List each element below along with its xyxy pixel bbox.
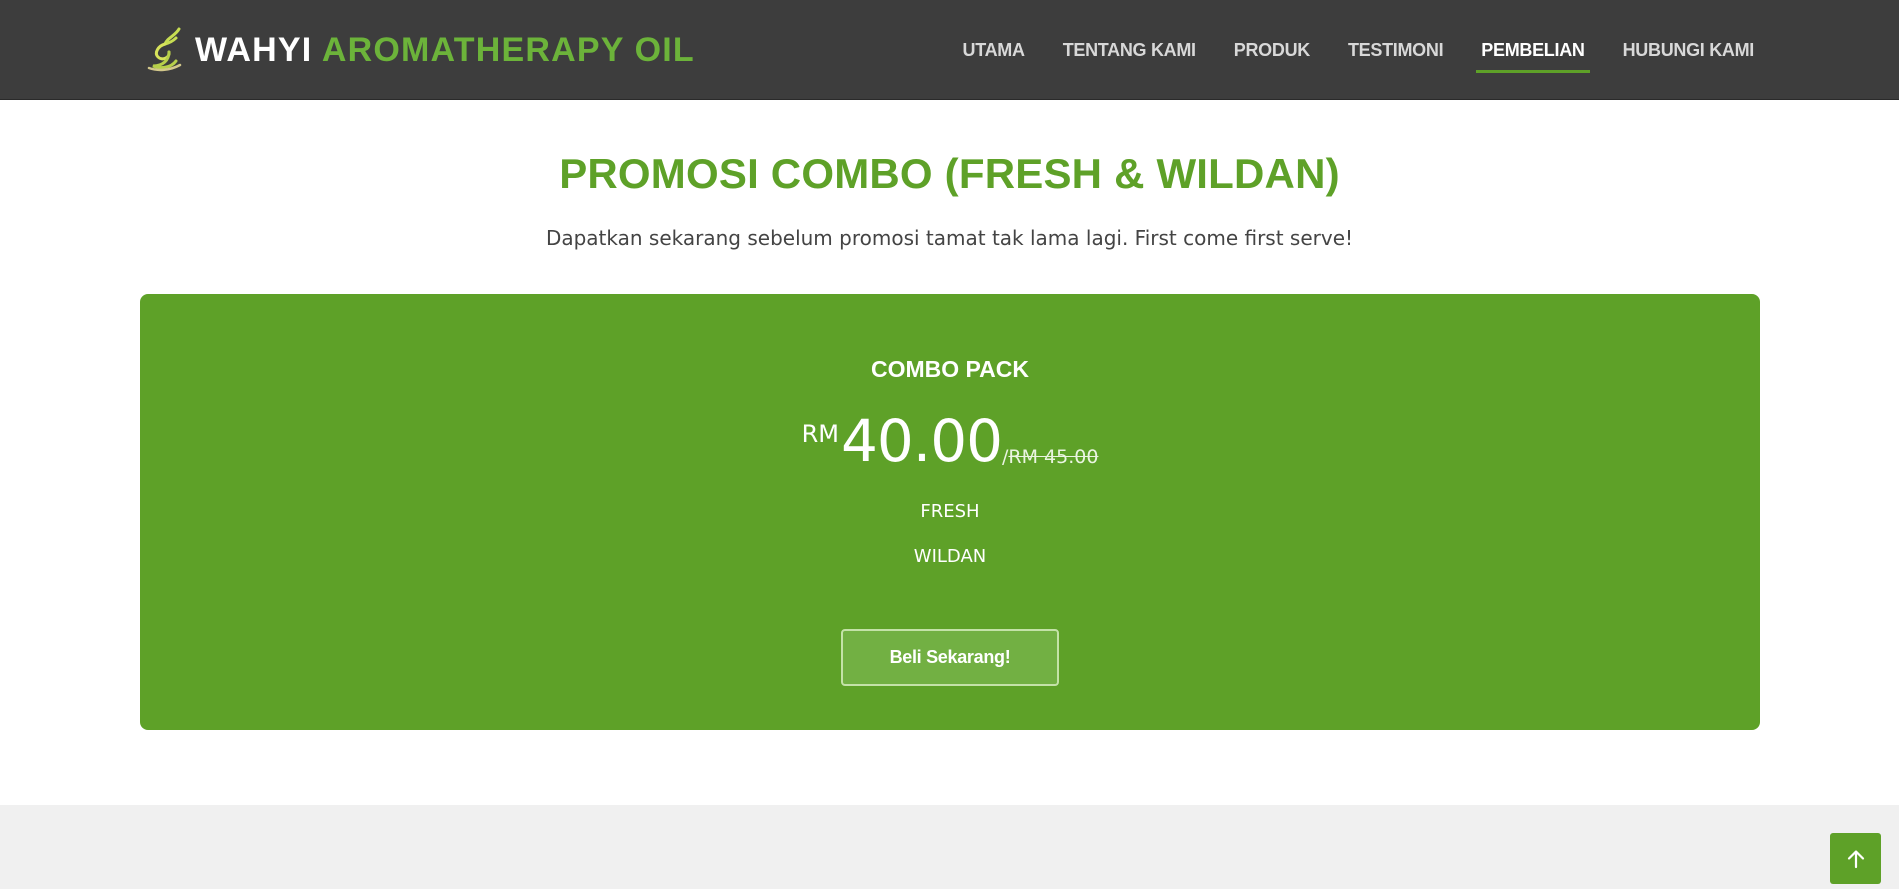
nav-link-utama[interactable]: UTAMA <box>963 34 1025 67</box>
main-nav: UTAMA TENTANG KAMI PRODUK TESTIMONI PEMB… <box>925 0 1754 100</box>
old-price-value: RM 45.00 <box>1008 446 1099 468</box>
old-price: /RM 45.00 <box>1002 446 1098 468</box>
nav-link-testimoni[interactable]: TESTIMONI <box>1348 34 1444 67</box>
nav-link-produk[interactable]: PRODUK <box>1234 34 1311 67</box>
nav-item-testimoni: TESTIMONI <box>1348 34 1444 67</box>
nav-link-tentang-kami[interactable]: TENTANG KAMI <box>1063 34 1196 67</box>
price-currency: RM <box>801 420 839 448</box>
leaf-calligraphy-icon <box>147 27 182 72</box>
arrow-up-icon <box>1847 849 1864 868</box>
pricing-card: COMBO PACK RM 40.00 /RM 45.00 FRESH WILD… <box>140 294 1760 730</box>
price: RM 40.00 /RM 45.00 <box>140 412 1760 470</box>
nav-item-tentang-kami: TENTANG KAMI <box>1063 34 1196 67</box>
promo-subtitle: Dapatkan sekarang sebelum promosi tamat … <box>545 226 1354 250</box>
nav-link-hubungi-kami[interactable]: HUBUNGI KAMI <box>1623 34 1755 67</box>
brand-name: WAHYI AROMATHERAPY OIL <box>195 31 695 70</box>
price-amount: 40.00 <box>840 407 1003 475</box>
brand-name-part2: AROMATHERAPY OIL <box>321 30 695 69</box>
brand-name-part1: WAHYI <box>195 30 313 69</box>
nav-item-hubungi-kami: HUBUNGI KAMI <box>1623 34 1755 67</box>
nav-item-produk: PRODUK <box>1234 34 1311 67</box>
site-header: WAHYI AROMATHERAPY OIL UTAMA TENTANG KAM… <box>0 0 1899 100</box>
back-to-top-button[interactable] <box>1830 833 1881 884</box>
buy-now-button[interactable]: Beli Sekarang! <box>841 629 1059 686</box>
plan-features: FRESH WILDAN <box>140 500 1760 590</box>
nav-link-pembelian[interactable]: PEMBELIAN <box>1481 34 1585 67</box>
nav-item-utama: UTAMA <box>963 34 1025 67</box>
plan-name: COMBO PACK <box>870 356 1029 382</box>
promo-title: PROMOSI COMBO (FRESH & WILDAN) <box>559 150 1340 197</box>
feature-item: FRESH <box>920 501 980 522</box>
site-logo[interactable]: WAHYI AROMATHERAPY OIL <box>145 26 695 74</box>
nav-item-pembelian: PEMBELIAN <box>1476 34 1590 73</box>
feature-item: WILDAN <box>913 546 987 567</box>
footer-section <box>0 805 1899 889</box>
